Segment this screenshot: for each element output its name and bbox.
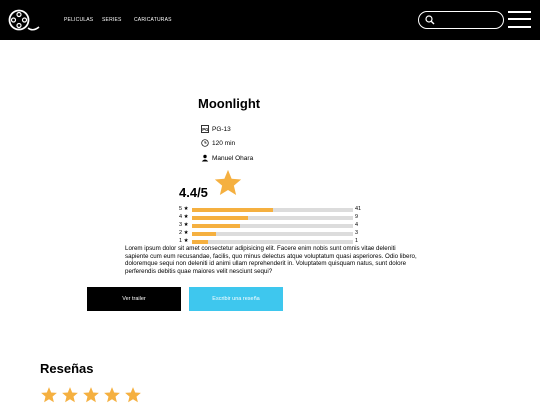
rating-bar-fill	[192, 216, 249, 220]
review-star-icon[interactable]	[61, 386, 79, 404]
person-icon	[201, 154, 209, 162]
rating-row-2: 2 ★ 3	[179, 229, 369, 237]
clock-icon	[201, 139, 209, 147]
rating-distribution: 5 ★ 41 4 ★ 9 3 ★ 4 2 ★ 3 1 ★ 1	[179, 205, 369, 245]
nav-link-peliculas[interactable]: PELICULAS	[64, 17, 104, 23]
rating-bar-track	[192, 232, 353, 236]
star-icon	[214, 169, 242, 195]
review-star-icon[interactable]	[82, 386, 100, 404]
average-rating: 4.4/5	[179, 185, 208, 200]
rating-row-1: 1 ★ 1	[179, 237, 369, 245]
duration-text: 120 min	[212, 139, 236, 147]
film-reel-logo-icon[interactable]	[8, 9, 42, 33]
hamburger-menu-icon[interactable]	[508, 10, 532, 30]
search-icon[interactable]	[425, 15, 435, 25]
age-rating-text: PG-13	[212, 125, 231, 133]
rating-row-label: 3 ★	[179, 222, 189, 228]
review-stars[interactable]	[40, 386, 142, 404]
rating-row-count: 1	[355, 238, 359, 244]
director-text: Manuel Ohara	[212, 154, 254, 162]
rating-row-count: 41	[355, 206, 362, 212]
review-star-icon[interactable]	[103, 386, 121, 404]
review-star-icon[interactable]	[124, 386, 142, 404]
rating-row-4: 4 ★ 9	[179, 213, 369, 221]
rating-bar-track	[192, 240, 353, 244]
search-input[interactable]	[436, 14, 500, 26]
rating-row-label: 2 ★	[179, 230, 189, 236]
movie-duration: 120 min	[201, 139, 235, 147]
rating-row-count: 9	[355, 214, 359, 220]
movie-director: Manuel Ohara	[201, 154, 253, 162]
rating-row-count: 3	[355, 230, 359, 236]
write-review-button[interactable]: Escribir una reseña	[189, 287, 283, 311]
rating-bar-fill	[192, 240, 209, 244]
rating-row-3: 3 ★ 4	[179, 221, 369, 229]
rating-row-label: 1 ★	[179, 238, 189, 244]
search-box	[418, 11, 504, 29]
rating-row-label: 5 ★	[179, 206, 189, 212]
rating-bar-fill	[192, 208, 273, 212]
rating-bar-track	[192, 224, 353, 228]
movie-age-rating: PG PG-13	[201, 125, 231, 133]
movie-description: Lorem ipsum dolor sit amet consectetur a…	[125, 245, 417, 275]
rating-row-count: 4	[355, 222, 359, 228]
rating-bar-fill	[192, 232, 217, 236]
watch-trailer-button[interactable]: Ver trailer	[87, 287, 181, 311]
rating-row-label: 4 ★	[179, 214, 189, 220]
review-star-icon[interactable]	[40, 386, 58, 404]
rating-row-5: 5 ★ 41	[179, 205, 369, 213]
rating-badge-icon: PG	[201, 125, 209, 133]
reviews-heading: Reseñas	[40, 361, 94, 376]
movie-title: Moonlight	[198, 96, 261, 111]
nav-link-series[interactable]: SERIES	[102, 17, 132, 23]
rating-bar-track	[192, 216, 353, 220]
rating-bar-track	[192, 208, 353, 212]
nav-link-caricaturas[interactable]: CARICATURAS	[134, 17, 174, 23]
top-navigation-bar: PELICULAS SERIES CARICATURAS	[0, 0, 540, 40]
rating-bar-fill	[192, 224, 241, 228]
svg-text:PG: PG	[202, 127, 208, 132]
